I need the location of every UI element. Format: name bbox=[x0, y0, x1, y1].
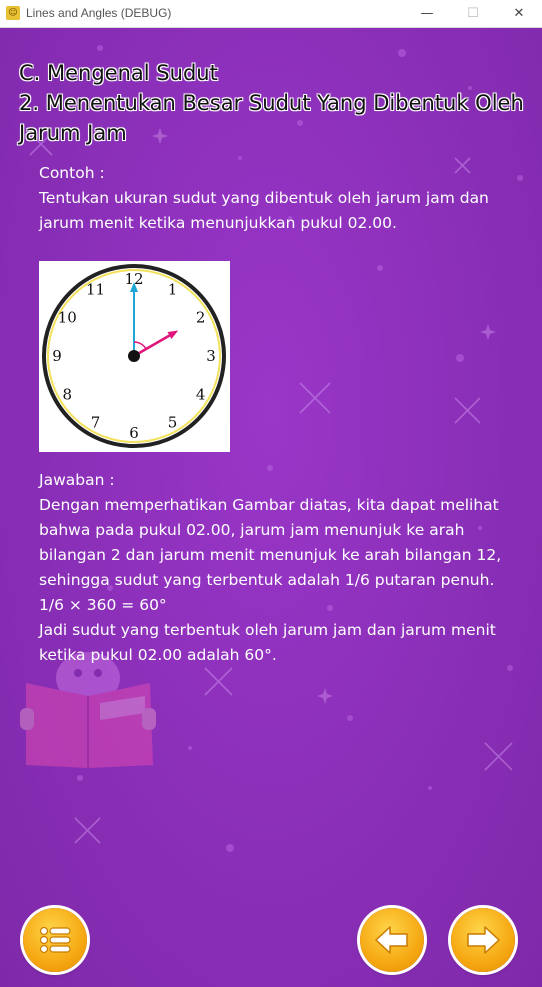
clock-number: 10 bbox=[58, 309, 77, 327]
lesson-heading: C. Mengenal Sudut 2. Menentukan Besar Su… bbox=[19, 58, 539, 148]
lesson-stage: C. Mengenal Sudut 2. Menentukan Besar Su… bbox=[0, 28, 542, 987]
clock-number: 11 bbox=[86, 280, 105, 298]
window-titlebar: ☺ Lines and Angles (DEBUG) — ☐ ✕ bbox=[0, 0, 542, 28]
example-label: Contoh : bbox=[39, 164, 105, 182]
arrow-right-icon bbox=[467, 926, 500, 954]
clock-number: 2 bbox=[196, 309, 206, 327]
answer-line: sehingga sudut yang terbentuk adalah 1/6… bbox=[39, 571, 495, 589]
example-line: Tentukan ukuran sudut yang dibentuk oleh… bbox=[39, 189, 489, 207]
clock-number: 5 bbox=[168, 414, 178, 432]
answer-line: ketika pukul 02.00 adalah 60°. bbox=[39, 646, 277, 664]
clock-number: 4 bbox=[196, 386, 206, 404]
menu-button[interactable] bbox=[23, 908, 87, 972]
clock-number: 6 bbox=[129, 424, 139, 442]
answer-line: bahwa pada pukul 02.00, jarum jam menunj… bbox=[39, 521, 465, 539]
example-text: Tentukan ukuran sudut yang dibentuk oleh… bbox=[39, 186, 524, 236]
clock-number: 1 bbox=[168, 280, 178, 298]
arrow-left-icon bbox=[375, 926, 408, 954]
clock-number: 7 bbox=[91, 414, 101, 432]
clock-face: 121234567891011 bbox=[42, 264, 226, 448]
close-button[interactable]: ✕ bbox=[496, 0, 542, 27]
minimize-button[interactable]: — bbox=[404, 0, 450, 27]
example-line: jarum menit ketika menunjukkan pukul 02.… bbox=[39, 214, 397, 232]
answer-line: bilangan 2 dan jarum menit menunjuk ke a… bbox=[39, 546, 502, 564]
answer-line: Jadi sudut yang terbentuk oleh jarum jam… bbox=[39, 621, 496, 639]
answer-line: Dengan memperhatikan Gambar diatas, kita… bbox=[39, 496, 499, 514]
answer-label: Jawaban : bbox=[39, 471, 115, 489]
heading-line: C. Mengenal Sudut bbox=[19, 61, 218, 85]
next-button[interactable] bbox=[451, 908, 515, 972]
clock-image: 12 1 2 3 4 5 6 7 8 9 10 11 bbox=[39, 261, 230, 452]
clock-center bbox=[128, 350, 140, 362]
clock-number: 3 bbox=[206, 347, 216, 365]
window-title: Lines and Angles (DEBUG) bbox=[26, 6, 172, 20]
heading-line: 2. Menentukan Besar Sudut Yang Dibentuk … bbox=[19, 91, 524, 115]
previous-button[interactable] bbox=[360, 908, 424, 972]
maximize-button[interactable]: ☐ bbox=[450, 0, 496, 27]
answer-formula: 1/6 × 360 = 60° bbox=[39, 596, 167, 614]
clock-number: 8 bbox=[63, 386, 73, 404]
list-icon bbox=[39, 926, 71, 954]
heading-line: Jarum Jam bbox=[19, 121, 127, 145]
answer-text: Dengan memperhatikan Gambar diatas, kita… bbox=[39, 493, 524, 668]
app-icon: ☺ bbox=[6, 6, 20, 20]
clock-number: 9 bbox=[52, 347, 62, 365]
